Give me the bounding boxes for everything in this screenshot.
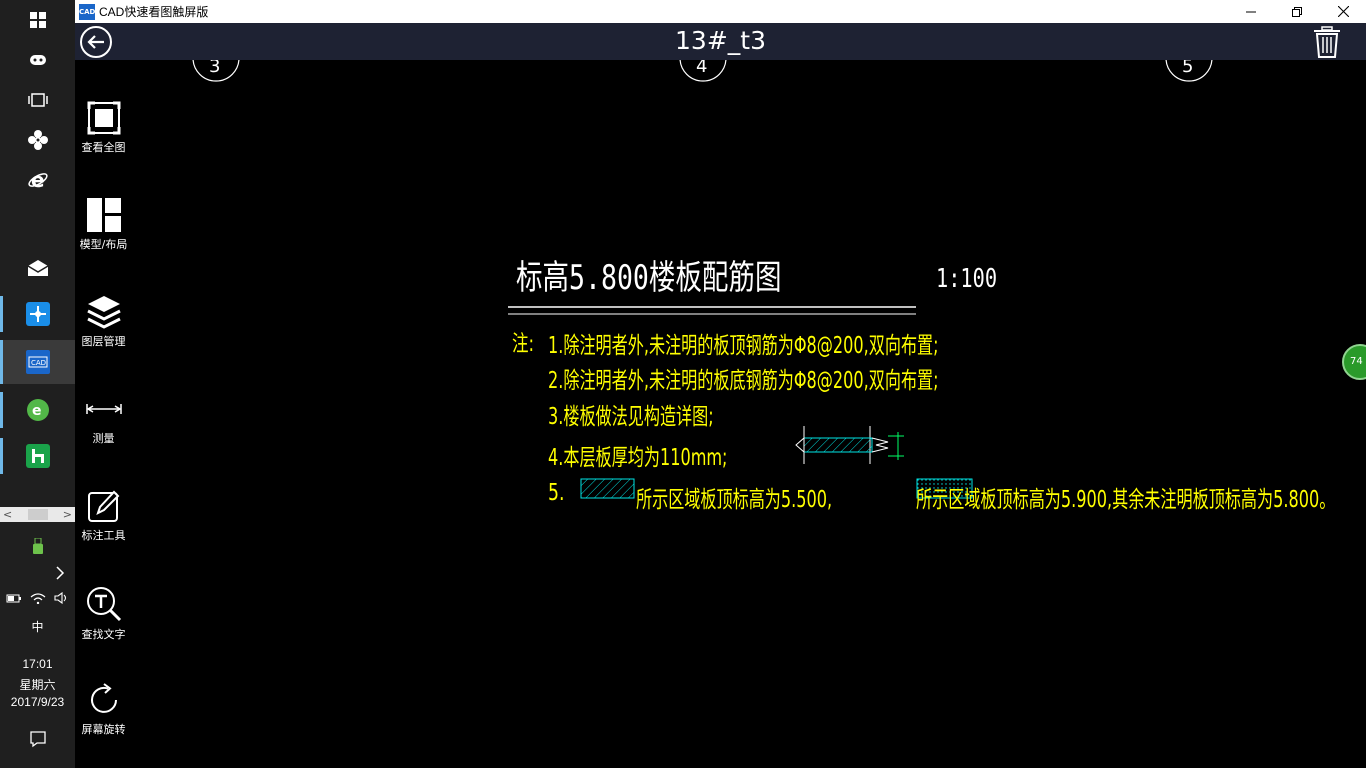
svg-text:e: e [32,403,42,419]
volume-icon[interactable] [54,592,70,604]
mail-icon [27,260,48,276]
taskbar-app-green[interactable]: e [0,396,75,424]
note5-text-5900: 所示区域板顶标高为5.900,其余未注明板顶标高为5.800。 [916,487,1336,513]
window-title-bar: CAD CAD快速看图触屏版 [75,0,1366,23]
app-logo: CAD [79,4,95,20]
taskbar-app-h[interactable] [0,442,75,470]
h-app-icon [25,444,50,468]
wifi-icon[interactable] [30,592,46,604]
scroll-left-icon[interactable]: < [3,509,12,520]
taskbar-app-mail[interactable] [0,254,75,282]
tool-layers-label: 图层管理 [81,335,126,348]
clock-time[interactable]: 17:01 [0,657,75,671]
scroll-thumb[interactable] [27,509,48,520]
delete-button[interactable] [1312,26,1342,58]
windows-taskbar: e CAD e < > 中 17:01 星期六 2017/9/23 [0,0,75,768]
tool-rotate-screen-label: 屏幕旋转 [81,723,126,736]
slab-section-symbol [795,426,904,464]
find-text-icon [86,587,121,622]
clock-weekday[interactable]: 星期六 [0,676,75,693]
drawing-scale: 1:100 [936,264,998,294]
taskbar-app-cad[interactable]: CAD [0,340,75,384]
task-view-button[interactable] [0,88,75,112]
trash-icon [1314,26,1340,58]
network-app-icon [25,302,50,326]
axis-label: 5 [1182,60,1194,77]
tool-view-all-label: 查看全图 [81,141,126,154]
system-tray [2,588,74,608]
ie-browser-icon: e [27,169,48,191]
rotate-icon [90,683,117,713]
window-title: CAD快速看图触屏版 [99,5,209,19]
tool-panel: 查看全图 模型/布局 图层管理 测量 标注工具 查找文字 屏幕旋转 [75,60,132,768]
axis-markers [192,60,1213,82]
svg-text:CAD: CAD [31,359,46,367]
taskbar-app-fan[interactable] [0,126,75,154]
svg-text:e: e [31,169,45,191]
tool-annotate-label: 标注工具 [81,529,126,542]
usb-icon [32,538,43,554]
tool-measure[interactable]: 测量 [75,391,132,481]
title-underline [508,306,916,315]
note5-number: 5. [548,480,565,506]
axis-label: 3 [209,60,221,77]
taskbar-scrollbar[interactable]: < > [0,507,75,522]
note5-text-5500: 所示区域板顶标高为5.500, [636,487,833,513]
taskbar-app-ie[interactable]: e [0,166,75,194]
close-button[interactable] [1320,0,1366,23]
measure-icon [85,404,122,414]
windows-logo-icon [29,12,46,28]
layers-icon [86,296,121,329]
chevron-right-icon [56,566,65,580]
hatch-legend-5500 [580,478,635,499]
start-button[interactable] [0,8,75,32]
note-line: 1.除注明者外,未注明的板顶钢筋为Φ8@200,双向布置; [548,333,939,359]
tool-model-layout-label: 模型/布局 [79,238,128,251]
cortana-icon [29,55,46,65]
note-line: 2.除注明者外,未注明的板底钢筋为Φ8@200,双向布置; [548,368,939,394]
tool-layers[interactable]: 图层管理 [75,294,132,384]
usb-tray-button[interactable] [0,536,75,556]
show-hidden-icons-button[interactable] [0,563,75,583]
taskbar-active-indicator [0,340,3,384]
close-icon [1337,6,1349,17]
tool-model-layout[interactable]: 模型/布局 [75,197,132,287]
cad-app-icon: CAD [25,350,50,374]
layout-icon [86,198,121,232]
annotate-icon [87,490,119,522]
note-line: 3.楼板做法见构造详图; [548,404,714,430]
taskbar-app-blue[interactable] [0,300,75,328]
note-prefix: 注: [512,332,535,357]
axis-label: 4 [696,60,708,77]
clock-date[interactable]: 2017/9/23 [0,695,75,709]
drawing-title: 标高5.800楼板配筋图 [516,258,782,298]
scroll-right-icon[interactable]: > [63,509,72,520]
minimize-icon [1246,11,1256,12]
floating-assist-button[interactable]: 74 [1342,344,1366,380]
tool-measure-label: 测量 [92,432,115,445]
tool-rotate-screen[interactable]: 屏幕旋转 [75,682,132,768]
restore-icon [1292,6,1302,17]
tool-annotate[interactable]: 标注工具 [75,488,132,578]
action-center-button[interactable] [0,728,75,750]
restore-button[interactable] [1274,0,1320,23]
tool-find-text-label: 查找文字 [81,628,126,641]
app-header: 13#_t3 [75,23,1366,60]
minimize-button[interactable] [1228,0,1274,23]
green-browser-icon: e [26,399,49,421]
fan-icon [27,130,48,150]
ime-indicator[interactable]: 中 [0,618,75,635]
tool-find-text[interactable]: 查找文字 [75,585,132,675]
battery-icon[interactable] [6,592,22,604]
cortana-button[interactable] [0,48,75,72]
cad-drawing-canvas[interactable]: 3 4 5 标高5.800楼板配筋图 1:100 注: 1.除注明者外,未注明的… [132,60,1366,768]
document-title: 13#_t3 [675,26,766,55]
view-all-icon [87,101,120,135]
tool-view-all[interactable]: 查看全图 [75,100,132,190]
task-view-icon [27,93,48,107]
notification-icon [29,731,46,748]
note-line: 4.本层板厚均为110mm; [548,445,728,471]
